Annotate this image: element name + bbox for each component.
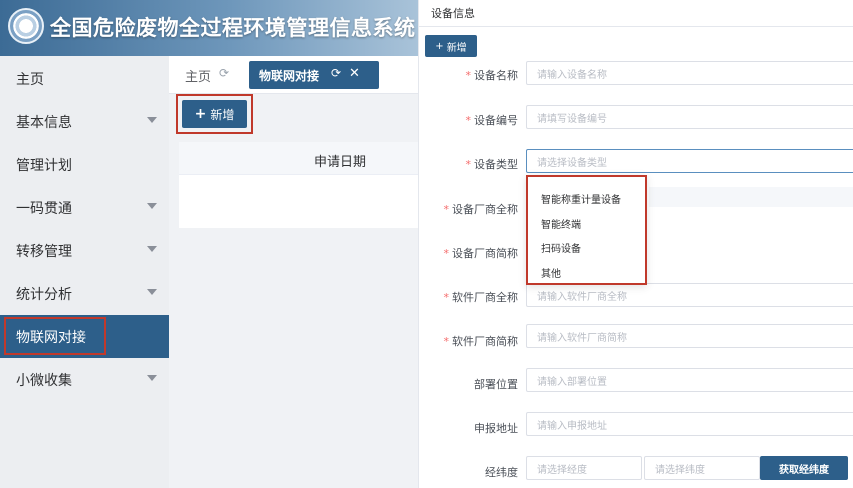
plus-icon: + [194,106,207,122]
sidebar: 主页 基本信息 管理计划 一码贯通 转移管理 统计分析 物联网对接 小微收集 [0,56,169,488]
refresh-icon[interactable]: ⟳ [219,66,229,80]
dropdown-option[interactable]: 扫码设备 [541,240,581,255]
field-label: * 软件厂商简称 [443,335,519,348]
tab-iot[interactable]: 物联网对接 ⟳ ✕ [249,61,379,89]
main-app-view: 全国危险废物全过程环境管理信息系统 主页 基本信息 管理计划 一码贯通 转移管理… [0,0,418,488]
table-header: 申请日期 [179,142,418,175]
field-label: * 设备厂商简称 [443,247,519,260]
add-button-label: 新增 [210,107,235,122]
sidebar-item-label: 小微收集 [16,372,72,389]
data-table: 申请日期 [179,142,418,228]
sidebar-item-label: 管理计划 [16,157,72,174]
plus-icon: + [435,40,444,52]
field-label: * 设备名称 [465,69,519,82]
device-vendor-full-input[interactable] [649,187,853,207]
field-label: 申报地址 [474,422,518,435]
chevron-down-icon [147,117,157,123]
tab-label: 物联网对接 [259,69,320,83]
panel-title: 设备信息 [431,7,475,20]
sidebar-item-label: 主页 [16,71,44,88]
highlight-box [4,317,106,355]
close-icon[interactable]: ✕ [349,66,360,81]
sidebar-item-transfer[interactable]: 转移管理 [0,229,169,272]
software-vendor-full-input[interactable]: 请输入软件厂商全称 [526,283,853,307]
get-lnglat-button[interactable]: 获取经纬度 [760,456,848,480]
refresh-icon[interactable]: ⟳ [331,66,341,80]
sidebar-item-label: 基本信息 [16,114,72,131]
sidebar-item-one-code[interactable]: 一码贯通 [0,186,169,229]
highlight-box: + 新增 [176,94,253,134]
chevron-down-icon [147,246,157,252]
chevron-down-icon [147,203,157,209]
chevron-down-icon [147,375,157,381]
add-button-label: 新增 [446,42,467,54]
device-info-panel: 设备信息 + 新增 * 设备名称 请输入设备名称 * 设备编号 请填写设备编号 * 设… [418,0,853,488]
field-label: * 设备类型 [465,158,519,171]
dropdown-option[interactable]: 智能称重计量设备 [541,191,621,206]
sidebar-item-basic-info[interactable]: 基本信息 [0,100,169,143]
device-type-dropdown: 智能称重计量设备 智能终端 扫码设备 其他 [526,175,647,285]
device-type-select[interactable]: 请选择设备类型 [526,149,853,173]
field-label: 经纬度 [485,466,518,479]
device-number-input[interactable]: 请填写设备编号 [526,105,853,129]
dropdown-option[interactable]: 智能终端 [541,216,581,231]
report-address-input[interactable]: 请输入申报地址 [526,412,853,436]
add-button[interactable]: + 新增 [425,35,477,57]
app-title: 全国危险废物全过程环境管理信息系统 [50,16,416,40]
column-header: 申请日期 [314,155,367,170]
logo-emblem-icon [8,8,44,44]
software-vendor-short-input[interactable]: 请输入软件厂商简称 [526,324,853,348]
longitude-select[interactable]: 请选择经度 [526,456,642,480]
latitude-select[interactable]: 请选择纬度 [644,456,760,480]
sidebar-item-iot[interactable]: 物联网对接 [0,315,169,358]
tab-bar: 主页 ⟳ 物联网对接 ⟳ ✕ [169,56,418,94]
app-header: 全国危险废物全过程环境管理信息系统 [0,0,418,56]
field-label: * 设备编号 [465,114,519,127]
add-button[interactable]: + 新增 [182,100,247,128]
sidebar-item-home[interactable]: 主页 [0,57,169,100]
dropdown-option[interactable]: 其他 [541,265,561,280]
sidebar-item-statistics[interactable]: 统计分析 [0,272,169,315]
sidebar-item-label: 统计分析 [16,286,72,303]
field-label: 部署位置 [474,378,518,391]
main-content: 主页 ⟳ 物联网对接 ⟳ ✕ + 新增 申请日期 [169,56,418,488]
sidebar-item-management-plan[interactable]: 管理计划 [0,143,169,186]
divider [419,26,853,27]
sidebar-item-label: 一码贯通 [16,200,72,217]
tab-home[interactable]: 主页 [185,66,211,85]
field-label: * 软件厂商全称 [443,291,519,304]
device-name-input[interactable]: 请输入设备名称 [526,61,853,85]
field-label: * 设备厂商全称 [443,203,519,216]
sidebar-item-micro-collection[interactable]: 小微收集 [0,358,169,401]
chevron-down-icon [147,289,157,295]
deploy-location-input[interactable]: 请输入部署位置 [526,368,853,392]
sidebar-item-label: 转移管理 [16,243,72,260]
